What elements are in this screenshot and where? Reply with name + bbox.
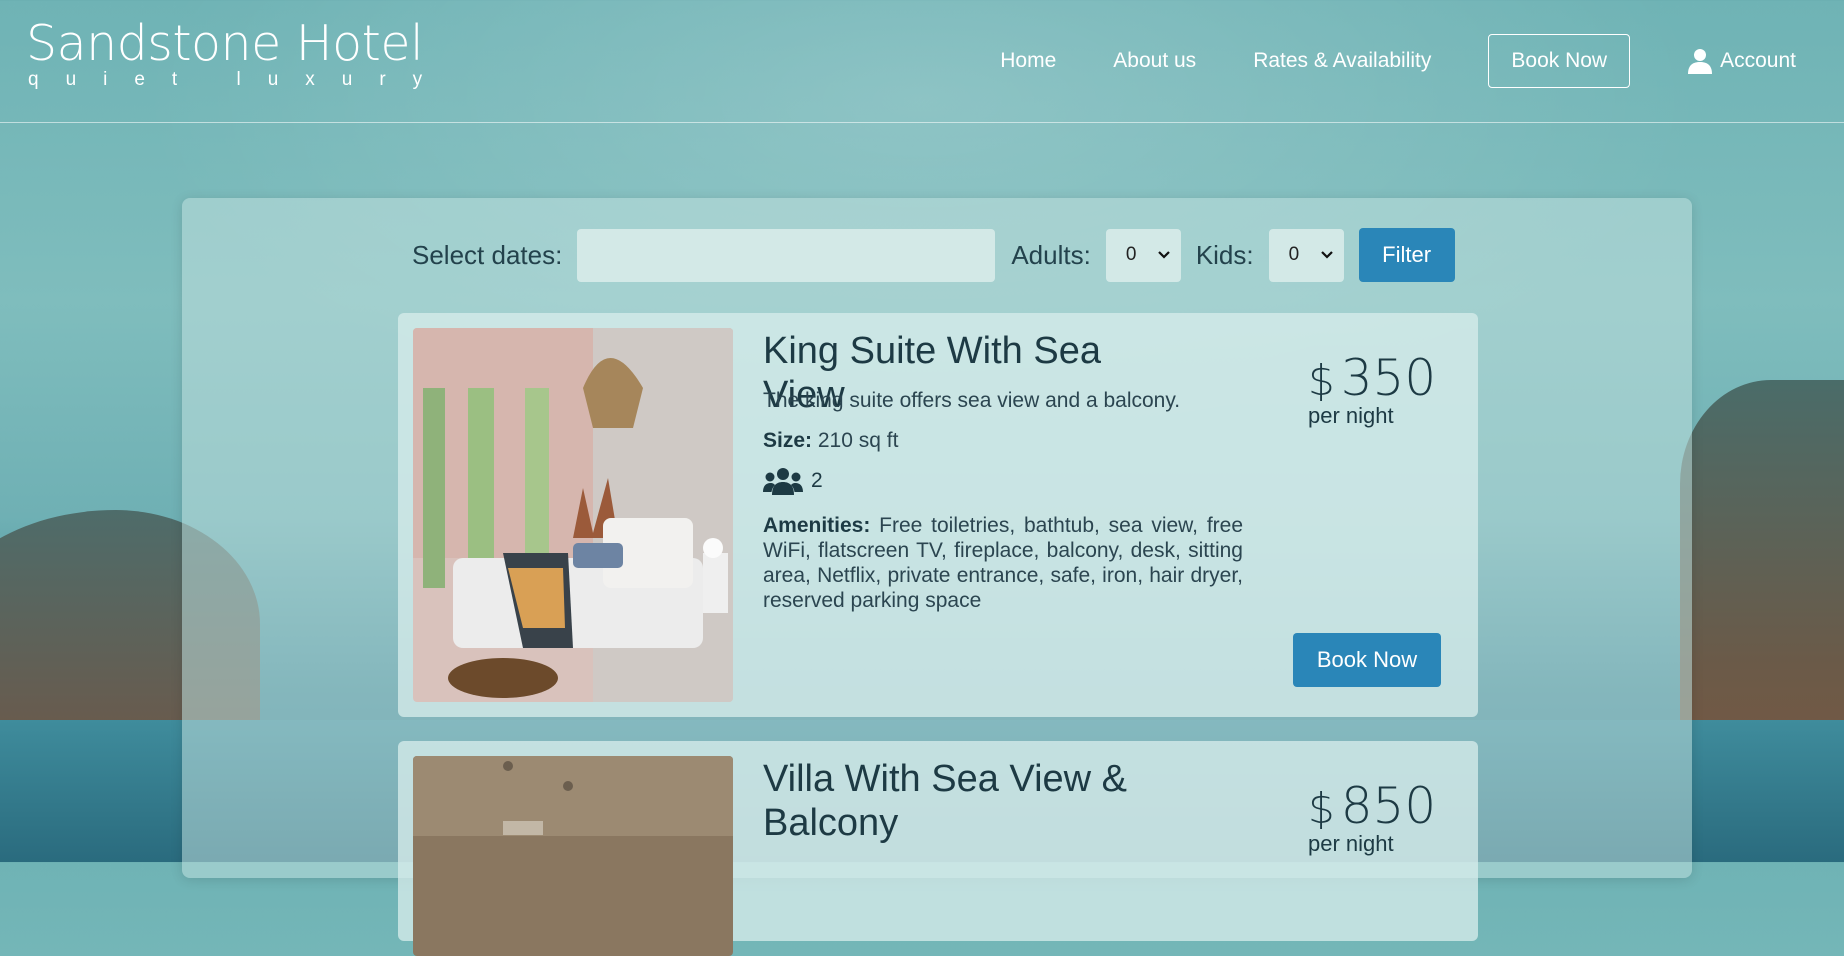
main-nav: Home About us Rates & Availability Book … <box>943 34 1796 88</box>
nav-home[interactable]: Home <box>1000 49 1056 73</box>
dates-label: Select dates: <box>412 239 563 270</box>
nav-book-now-button[interactable]: Book Now <box>1488 34 1631 88</box>
price-amount: 850 <box>1340 777 1437 835</box>
kids-select[interactable]: 0 <box>1268 228 1344 282</box>
price-currency: $ <box>1308 356 1335 405</box>
kids-label: Kids: <box>1195 239 1254 270</box>
filter-button[interactable]: Filter <box>1358 228 1455 282</box>
room-photo-villa[interactable] <box>413 756 733 956</box>
nav-about[interactable]: About us <box>1113 49 1196 73</box>
users-icon <box>763 468 803 495</box>
adults-label: Adults: <box>1011 239 1091 270</box>
room-photo-bedroom[interactable] <box>413 328 733 702</box>
adults-value: 0 <box>1125 244 1137 265</box>
logo[interactable]: Sandstone Hotel quiet luxury <box>26 18 449 90</box>
nav-rates[interactable]: Rates & Availability <box>1253 49 1431 73</box>
account-label: Account <box>1720 49 1796 72</box>
room-amenities: Amenities: Free toiletries, bathtub, sea… <box>763 513 1243 613</box>
room-description: The king suite offers sea view and a bal… <box>763 389 1181 412</box>
room-guests: 2 <box>763 467 823 495</box>
room-name: Villa With Sea View & Balcony <box>763 758 1127 844</box>
dates-input[interactable] <box>577 228 996 282</box>
filter-bar: Select dates: Adults: 0 Kids: 0 Filter <box>412 228 1455 282</box>
user-icon <box>1688 49 1713 74</box>
guests-count: 2 <box>811 469 823 492</box>
room-card: Villa With Sea View & Balcony $850 per n… <box>398 741 1478 956</box>
nav-account[interactable]: Account <box>1688 48 1796 74</box>
room-card: King Suite With Sea View The king suite … <box>398 313 1478 717</box>
rooms-panel: Select dates: Adults: 0 Kids: 0 Filter K… <box>182 198 1692 956</box>
kids-value: 0 <box>1288 244 1300 265</box>
logo-title: Sandstone Hotel <box>26 15 424 72</box>
price-currency: $ <box>1308 784 1335 833</box>
amenities-label: Amenities: <box>763 514 871 537</box>
logo-tagline: quiet luxury <box>28 69 450 90</box>
room-price: $850 per night <box>1308 777 1436 857</box>
site-header: Sandstone Hotel quiet luxury Home About … <box>0 0 1844 123</box>
size-label: Size: <box>763 429 813 452</box>
adults-select[interactable]: 0 <box>1105 228 1181 282</box>
size-value: 210 sq ft <box>817 429 899 452</box>
chevron-down-icon <box>1320 251 1333 259</box>
room-price: $350 per night <box>1308 349 1436 429</box>
room-book-now-button[interactable]: Book Now <box>1293 633 1441 687</box>
price-amount: 350 <box>1340 349 1437 407</box>
chevron-down-icon <box>1158 251 1170 259</box>
room-size: Size: 210 sq ft <box>763 429 898 453</box>
